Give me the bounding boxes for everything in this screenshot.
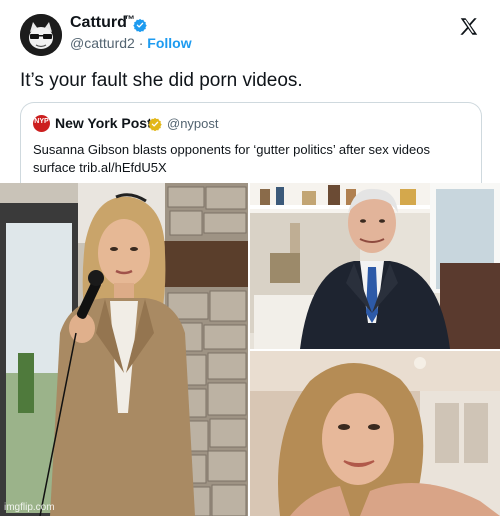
woman-webcam-photo[interactable] (250, 351, 500, 516)
author-handle-row: @catturd2 · Follow (70, 35, 192, 51)
man-in-suit-photo[interactable] (250, 183, 500, 349)
tweet-text: It’s your fault she did porn videos. (20, 70, 303, 91)
verified-badge-icon (133, 18, 147, 32)
quoted-tweet[interactable]: NYP New York Post @nypost Susanna Gibson… (20, 102, 482, 192)
nypost-logo-icon: NYP (33, 115, 50, 132)
follow-button[interactable]: Follow (147, 35, 191, 51)
author-handle[interactable]: @catturd2 (70, 35, 135, 51)
woman-with-microphone-photo[interactable] (0, 183, 248, 516)
x-logo-icon[interactable] (458, 16, 480, 38)
tweet-card: Catturd ™ @catturd2 · Follow It’s your f… (0, 0, 500, 192)
author-name[interactable]: Catturd (70, 14, 127, 32)
quoted-author-handle[interactable]: @nypost (167, 116, 219, 131)
gold-verified-badge-icon (148, 117, 162, 131)
author-avatar[interactable] (20, 14, 62, 56)
imgflip-watermark: imgflip.com (4, 502, 55, 513)
separator-dot: · (134, 35, 148, 51)
quoted-tweet-text: Susanna Gibson blasts opponents for ‘gut… (33, 142, 430, 175)
quoted-author-name[interactable]: New York Post (55, 115, 152, 131)
cat-avatar-icon (20, 14, 62, 56)
